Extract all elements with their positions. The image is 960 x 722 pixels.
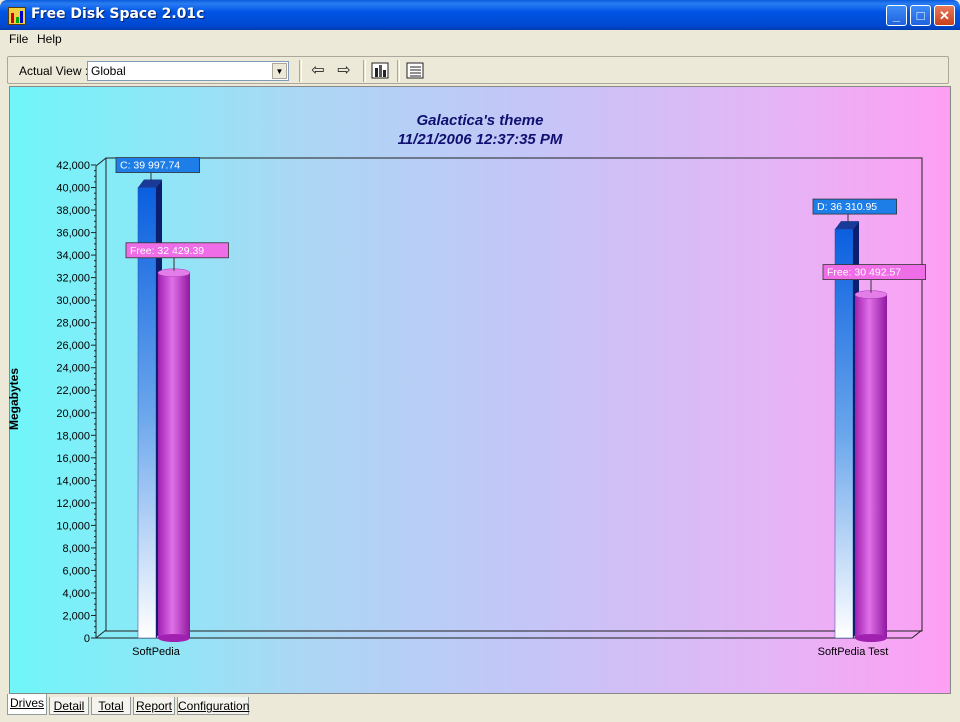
list-view-icon[interactable] — [404, 61, 426, 81]
x-category-label: SoftPedia — [132, 646, 181, 658]
menu-help[interactable]: Help — [37, 32, 62, 46]
tab-configuration[interactable]: Configuration — [177, 697, 249, 715]
toolbar-separator — [299, 60, 302, 82]
y-tick-label: 30,000 — [56, 295, 90, 307]
y-tick-label: 28,000 — [56, 318, 90, 330]
floor-edge — [95, 629, 107, 639]
toolbar: Actual View : Global ▼ ⇦ ⇨ — [7, 56, 949, 84]
tab-bar: Drives Detail Total Report Configuration — [0, 694, 960, 722]
y-tick-label: 2,000 — [62, 610, 90, 622]
title-bar[interactable]: Free Disk Space 2.01c _ □ ✕ — [0, 0, 960, 30]
chart-area: Galactica's theme 11/21/2006 12:37:35 PM… — [7, 86, 951, 694]
actual-view-select[interactable]: Global ▼ — [87, 61, 289, 81]
chart-view-icon[interactable] — [369, 61, 391, 81]
y-tick-label: 14,000 — [56, 475, 90, 487]
y-tick-label: 40,000 — [56, 183, 90, 195]
y-tick-label: 32,000 — [56, 273, 90, 285]
y-tick-label: 6,000 — [62, 565, 90, 577]
tab-drives[interactable]: Drives — [7, 694, 47, 715]
actual-view-value: Global — [91, 64, 126, 78]
y-tick-label: 20,000 — [56, 408, 90, 420]
y-tick-label: 18,000 — [56, 430, 90, 442]
data-label: D: 36 310.95 — [817, 201, 877, 213]
window-title: Free Disk Space 2.01c — [31, 6, 205, 22]
bar-free-space-bottom — [158, 634, 190, 642]
y-tick-label: 22,000 — [56, 385, 90, 397]
y-tick-label: 38,000 — [56, 205, 90, 217]
close-button[interactable]: ✕ — [934, 5, 955, 26]
menu-file[interactable]: File — [9, 32, 28, 46]
y-tick-label: 24,000 — [56, 363, 90, 375]
y-tick-label: 4,000 — [62, 588, 90, 600]
y-tick-label: 36,000 — [56, 228, 90, 240]
y-tick-label: 12,000 — [56, 498, 90, 510]
tab-report[interactable]: Report — [133, 697, 175, 715]
chart-svg: 0 2,000 4,000 6,000 8,000 10,000 12,000 14,000 1… — [56, 157, 926, 658]
x-category-label: SoftPedia Test — [818, 646, 889, 658]
app-icon — [8, 7, 26, 25]
menu-bar: File Help — [0, 30, 960, 48]
forward-arrow-icon[interactable]: ⇨ — [333, 61, 355, 81]
maximize-button[interactable]: □ — [910, 5, 931, 26]
tab-total[interactable]: Total — [91, 697, 131, 715]
wall-edge — [95, 157, 107, 167]
minimize-button[interactable]: _ — [886, 5, 907, 26]
back-arrow-icon[interactable]: ⇦ — [307, 61, 329, 81]
y-tick-label: 0 — [84, 633, 90, 645]
chart-back-wall — [105, 157, 923, 632]
toolbar-separator — [397, 60, 400, 82]
y-tick-label: 42,000 — [56, 160, 90, 172]
y-tick-label: 16,000 — [56, 453, 90, 465]
data-label: Free: 32 429.39 — [130, 245, 204, 257]
y-tick-label: 10,000 — [56, 520, 90, 532]
toolbar-separator — [363, 60, 366, 82]
actual-view-label: Actual View : — [19, 64, 89, 78]
data-label: Free: 30 492.57 — [827, 267, 901, 279]
bar-free-space — [855, 294, 887, 638]
y-tick-label: 8,000 — [62, 543, 90, 555]
tab-detail[interactable]: Detail — [49, 697, 89, 715]
chevron-down-icon[interactable]: ▼ — [272, 63, 287, 79]
bar-drive-total — [834, 228, 854, 639]
data-label: C: 39 997.74 — [120, 160, 180, 172]
bar-free-space-bottom — [855, 634, 887, 642]
y-tick-label: 26,000 — [56, 340, 90, 352]
y-tick-label: 34,000 — [56, 250, 90, 262]
bar-free-space — [158, 272, 190, 638]
